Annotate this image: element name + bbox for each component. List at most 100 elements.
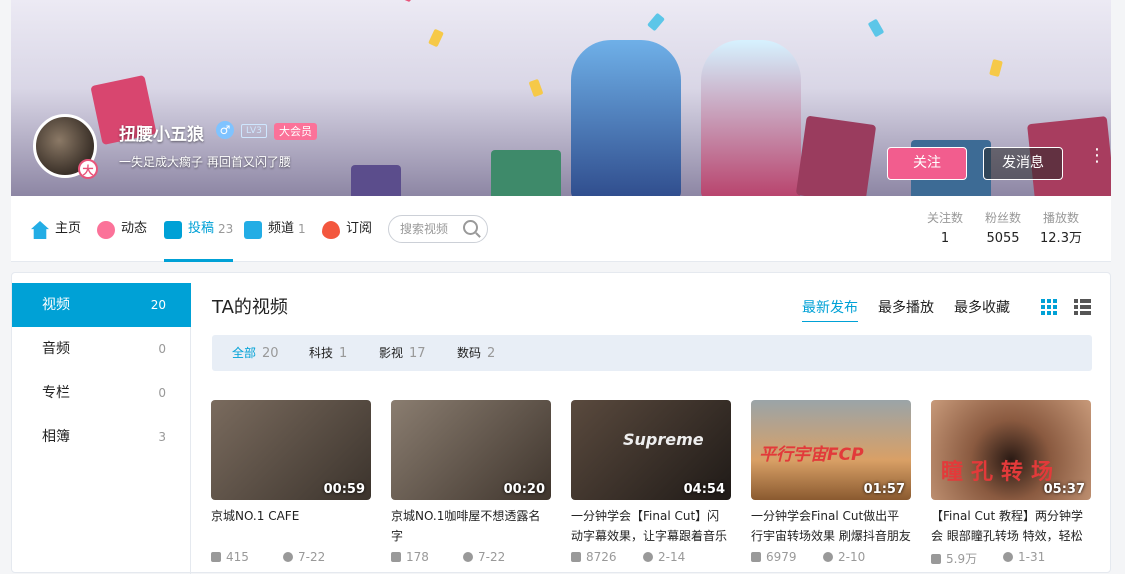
tab-label: 动态 [121, 221, 148, 236]
video-thumbnail[interactable]: Supreme 04:54 [571, 400, 731, 500]
tab-subscriptions[interactable]: 订阅 [322, 216, 372, 262]
video-plays: 6979 [751, 550, 823, 564]
video-title[interactable]: 一分钟学会【Final Cut】闪动字幕效果，让字幕跟着音乐 [571, 506, 731, 546]
profile-nav-bar: 主页 动态 投稿 23 频道 1 订阅 搜索视频 关注数 1 粉丝数 5055 … [11, 196, 1111, 262]
tab-label: 订阅 [346, 221, 373, 236]
ribbon-decoration [11, 0, 451, 100]
stat-value: 12.3万 [1040, 231, 1082, 246]
vip-badge: 大会员 [274, 123, 317, 140]
play-count-text: 5.9万 [946, 552, 978, 566]
tab-channel[interactable]: 频道 1 [244, 216, 306, 262]
date-text: 1-31 [1018, 550, 1046, 564]
username: 扭腰小五狼 [119, 125, 204, 145]
filter-label: 科技 [309, 346, 334, 360]
sidebar-item-count: 0 [158, 342, 166, 356]
tab-label: 频道 [268, 221, 295, 236]
section-title: TA的视频 [212, 297, 288, 318]
video-title[interactable]: 【Final Cut 教程】两分钟学会 眼部瞳孔转场 特效，轻松 [931, 506, 1091, 546]
video-thumbnail[interactable]: 00:20 [391, 400, 551, 500]
video-thumbnail[interactable]: 瞳孔转场 05:37 [931, 400, 1091, 500]
tab-count: 1 [298, 222, 306, 236]
sidebar-item-label: 专栏 [42, 385, 70, 401]
tab-dynamic[interactable]: 动态 [97, 216, 147, 262]
video-card[interactable]: 平行宇宙FCP 01:57 一分钟学会Final Cut做出平行宇宙转场效果 刷… [751, 400, 911, 564]
video-duration: 01:57 [863, 482, 905, 497]
tab-label: 投稿 [188, 221, 215, 236]
video-title[interactable]: 京城NO.1 CAFE [211, 506, 371, 546]
video-plays: 415 [211, 550, 283, 564]
sidebar-item-label: 音频 [42, 341, 70, 357]
sidebar: 视频 20 音频 0 专栏 0 相簿 3 [12, 283, 191, 574]
more-options-icon[interactable]: ⋮ [1088, 147, 1106, 176]
stat-label: 关注数 [926, 211, 963, 225]
clock-icon [823, 552, 833, 562]
stat-value: 1 [940, 231, 950, 246]
filter-count: 1 [339, 346, 348, 361]
sidebar-item-videos[interactable]: 视频 20 [12, 283, 191, 327]
play-count-text: 178 [406, 550, 429, 564]
tab-uploads[interactable]: 投稿 23 [164, 216, 234, 262]
tab-home[interactable]: 主页 [31, 216, 81, 262]
video-thumbnail[interactable]: 00:59 [211, 400, 371, 500]
follow-button[interactable]: 关注 [887, 147, 967, 180]
search-icon[interactable] [463, 220, 478, 235]
play-count-text: 8726 [586, 550, 617, 564]
video-card[interactable]: 00:20 京城NO.1咖啡屋不想透露名字 178 7-22 [391, 400, 551, 564]
video-duration: 05:37 [1043, 482, 1085, 497]
stat-fans[interactable]: 粉丝数 5055 [973, 210, 1033, 252]
filter-count: 2 [487, 346, 496, 361]
stat-label: 粉丝数 [984, 211, 1021, 225]
sort-most-favorited[interactable]: 最多收藏 [954, 297, 1010, 317]
sidebar-item-count: 0 [158, 386, 166, 400]
grid-view-icon[interactable] [1041, 299, 1057, 315]
thumbnail-overlay-text: 平行宇宙FCP [759, 445, 864, 465]
stat-following[interactable]: 关注数 1 [915, 210, 975, 252]
confetti [528, 78, 544, 98]
avatar-badge: 大 [78, 159, 98, 179]
sidebar-item-articles[interactable]: 专栏 0 [12, 371, 191, 415]
date-text: 7-22 [298, 550, 326, 564]
sort-newest[interactable]: 最新发布 [802, 297, 858, 322]
video-date: 1-31 [1003, 550, 1045, 567]
video-title[interactable]: 一分钟学会Final Cut做出平行宇宙转场效果 刷爆抖音朋友 [751, 506, 911, 546]
video-card[interactable]: 瞳孔转场 05:37 【Final Cut 教程】两分钟学会 眼部瞳孔转场 特效… [931, 400, 1091, 567]
sort-most-played[interactable]: 最多播放 [878, 297, 934, 317]
filter-all[interactable]: 全部 20 [232, 335, 279, 372]
video-date: 2-10 [823, 550, 865, 564]
gift-box [491, 150, 561, 196]
filter-digital[interactable]: 数码 2 [457, 335, 495, 372]
upload-icon [164, 221, 182, 239]
video-title[interactable]: 京城NO.1咖啡屋不想透露名字 [391, 506, 551, 546]
level-badge: LV3 [241, 124, 267, 138]
video-card[interactable]: 00:59 京城NO.1 CAFE 415 7-22 [211, 400, 371, 564]
gift-box [795, 115, 877, 196]
sidebar-item-audio[interactable]: 音频 0 [12, 327, 191, 371]
video-card[interactable]: Supreme 04:54 一分钟学会【Final Cut】闪动字幕效果，让字幕… [571, 400, 731, 564]
play-count-icon [211, 552, 221, 562]
play-count-icon [931, 554, 941, 564]
clock-icon [283, 552, 293, 562]
filter-label: 数码 [457, 346, 482, 360]
play-count-icon [751, 552, 761, 562]
user-signature[interactable]: 一失足成大瘸子 再回首又闪了腰 [119, 153, 291, 170]
video-plays: 178 [391, 550, 463, 564]
date-text: 2-14 [658, 550, 686, 564]
date-text: 7-22 [478, 550, 506, 564]
date-text: 2-10 [838, 550, 866, 564]
filter-tech[interactable]: 科技 1 [309, 335, 347, 372]
clock-icon [463, 552, 473, 562]
video-plays: 5.9万 [931, 550, 1003, 567]
sidebar-item-albums[interactable]: 相簿 3 [12, 415, 191, 459]
filter-film[interactable]: 影视 17 [379, 335, 426, 372]
clock-icon [1003, 552, 1013, 562]
ribbon-decoration [771, 0, 1111, 90]
stat-plays: 播放数 12.3万 [1031, 210, 1091, 252]
video-thumbnail[interactable]: 平行宇宙FCP 01:57 [751, 400, 911, 500]
anime-character [701, 40, 801, 196]
filter-count: 17 [409, 346, 426, 361]
video-date: 2-14 [643, 550, 685, 564]
sidebar-item-count: 20 [150, 298, 166, 312]
message-button[interactable]: 发消息 [983, 147, 1063, 180]
sidebar-item-count: 3 [158, 430, 166, 444]
list-view-icon[interactable] [1074, 299, 1091, 315]
